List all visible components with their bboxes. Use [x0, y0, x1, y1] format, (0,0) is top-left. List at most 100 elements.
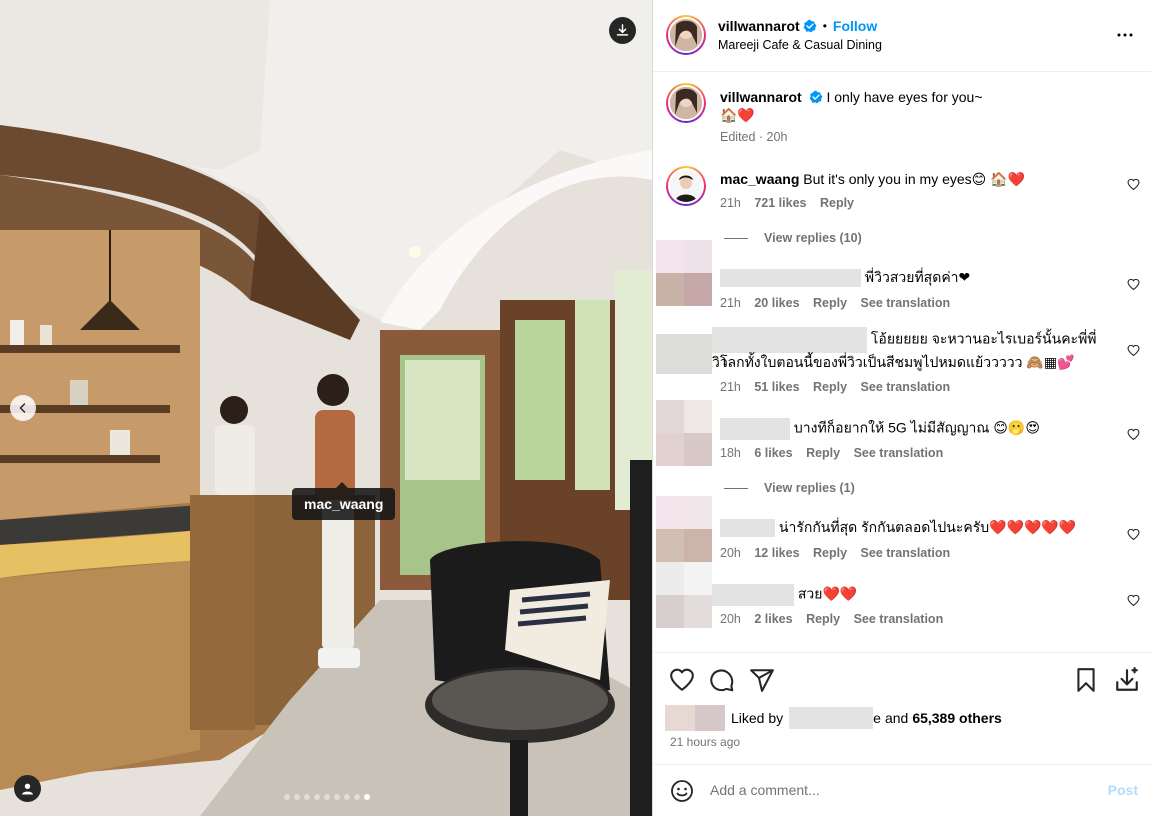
comment-meta: 21h 721 likes Reply	[720, 196, 854, 210]
carousel-dot	[334, 794, 340, 800]
comments-list[interactable]: villwannarot I only have eyes for you~ 🏠…	[653, 72, 1151, 652]
comment-likes[interactable]: 6 likes	[754, 446, 792, 460]
caption-text: I only have eyes for you~	[826, 89, 983, 105]
view-replies-button[interactable]: View replies (1)	[724, 481, 855, 495]
caption-author-avatar[interactable]	[666, 83, 706, 123]
author-avatar[interactable]	[666, 15, 706, 55]
comment-avatar-blurred[interactable]	[656, 240, 712, 306]
more-icon[interactable]	[1116, 26, 1134, 44]
comment-item: น่ารักกันที่สุด รักกันตลอดไปนะครับ❤️❤️❤️…	[720, 518, 1076, 538]
caption-meta: Edited · 20h	[720, 130, 788, 144]
see-translation-button[interactable]: See translation	[854, 612, 944, 626]
comment-reply-button[interactable]: Reply	[813, 380, 847, 394]
blurred-username[interactable]	[789, 707, 874, 729]
post-location[interactable]: Mareeji Cafe & Casual Dining	[718, 38, 882, 52]
likes-others-count[interactable]: 65,389 others	[912, 710, 1002, 726]
comment-username[interactable]: mac_waang	[720, 171, 799, 187]
liked-by-avatars[interactable]	[665, 705, 725, 731]
heart-icon[interactable]	[669, 667, 695, 693]
comment-like-heart-icon[interactable]	[1127, 278, 1140, 291]
comment-meta: 20h 2 likes Reply See translation	[720, 612, 943, 626]
bookmark-icon[interactable]	[1073, 667, 1099, 693]
post-actions: Liked by e and 65,389 others 21 hours ag…	[653, 652, 1151, 764]
carousel-dot	[294, 794, 300, 800]
liked-by-name-fragment: e	[873, 710, 881, 726]
share-icon[interactable]	[749, 667, 775, 693]
see-translation-button[interactable]: See translation	[854, 446, 944, 460]
download-button[interactable]	[609, 17, 636, 44]
comment-time[interactable]: 20h	[720, 612, 741, 626]
comment-avatar-blurred[interactable]	[656, 400, 712, 466]
comment-avatar-blurred[interactable]	[656, 562, 712, 628]
comment-item: พี่วิวสวยที่สุดค่า❤	[720, 268, 971, 288]
post-detail-panel: villwannarot • Follow Mareeji Cafe & Cas…	[652, 0, 1151, 816]
author-username[interactable]: villwannarot	[718, 18, 800, 34]
follow-button[interactable]: Follow	[833, 18, 877, 34]
add-comment-bar: Add a comment... Post	[653, 764, 1151, 816]
carousel-dot	[324, 794, 330, 800]
header-separator: •	[822, 19, 827, 33]
comment-text: สวย❤️❤️	[797, 585, 858, 602]
comment-likes[interactable]: 20 likes	[754, 296, 799, 310]
liked-by-label: Liked by	[731, 710, 784, 726]
comment-text: พี่วิวสวยที่สุดค่า❤	[864, 269, 971, 285]
comment-item: บางทีก็อยากให้ 5G ไม่มีสัญญาณ 😊🫢😍	[720, 418, 1040, 440]
verified-icon	[803, 19, 817, 33]
view-replies-label: View replies (10)	[764, 231, 862, 245]
comment-like-heart-icon[interactable]	[1127, 428, 1140, 441]
comment-like-heart-icon[interactable]	[1127, 528, 1140, 541]
see-translation-button[interactable]: See translation	[861, 546, 951, 560]
comment-time[interactable]: 18h	[720, 446, 741, 460]
post-comment-button[interactable]: Post	[1108, 782, 1138, 798]
comment-reply-button[interactable]: Reply	[813, 296, 847, 310]
comment-reply-button[interactable]: Reply	[813, 546, 847, 560]
download-icon	[616, 24, 629, 36]
caption-author[interactable]: villwannarot	[720, 89, 802, 105]
see-translation-button[interactable]: See translation	[861, 380, 951, 394]
comment-reply-button[interactable]: Reply	[806, 612, 840, 626]
comment-avatar[interactable]	[666, 166, 706, 206]
comment-time[interactable]: 21h	[720, 296, 741, 310]
comment-reply-button[interactable]: Reply	[806, 446, 840, 460]
comment-like-heart-icon[interactable]	[1127, 178, 1140, 191]
comment-like-heart-icon[interactable]	[1127, 344, 1140, 357]
save-download-icon[interactable]	[1114, 667, 1140, 693]
comment-like-heart-icon[interactable]	[1127, 594, 1140, 607]
view-replies-button[interactable]: View replies (10)	[724, 231, 862, 245]
comment-time[interactable]: 20h	[720, 546, 741, 560]
caption-emoji: 🏠❤️	[720, 107, 755, 123]
post-photo[interactable]: mac_waang	[0, 0, 652, 816]
post-time-ago[interactable]: 21 hours ago	[670, 735, 740, 749]
comment-reply-button[interactable]: Reply	[820, 196, 854, 210]
comment-time[interactable]: 21h	[720, 380, 741, 394]
see-translation-button[interactable]: See translation	[861, 296, 951, 310]
comment-meta: 18h 6 likes Reply See translation	[720, 446, 943, 460]
comment-avatar-blurred[interactable]	[656, 496, 712, 562]
carousel-dot	[304, 794, 310, 800]
comment-item: mac_waang But it's only you in my eyes😊 …	[720, 170, 1100, 188]
carousel-dot	[344, 794, 350, 800]
carousel-prev-button[interactable]	[10, 395, 36, 421]
caption: villwannarot I only have eyes for you~ 🏠…	[720, 88, 1130, 124]
comment-likes[interactable]: 2 likes	[754, 612, 792, 626]
comment-text: But it's only you in my eyes😊 🏠❤️	[803, 171, 1026, 187]
comment-likes[interactable]: 51 likes	[754, 380, 799, 394]
comment-meta: 20h 12 likes Reply See translation	[720, 546, 950, 560]
comment-meta: 21h 20 likes Reply See translation	[720, 296, 950, 310]
comment-input[interactable]: Add a comment...	[710, 782, 820, 798]
comment-icon[interactable]	[709, 667, 735, 693]
comment-text-line2: โลกทั้งใบตอนนี้ของพี่วิวเป็นสีชมพูไปหมดแ…	[720, 354, 1075, 370]
carousel-dot	[314, 794, 320, 800]
tagged-users-button[interactable]	[14, 775, 41, 802]
view-replies-label: View replies (1)	[764, 481, 855, 495]
carousel-dot	[354, 794, 360, 800]
emoji-icon[interactable]	[670, 779, 694, 803]
photo-user-tag[interactable]: mac_waang	[292, 482, 396, 520]
comment-time[interactable]: 21h	[720, 196, 741, 210]
comment-meta: 21h 51 likes Reply See translation	[720, 380, 950, 394]
comment-likes[interactable]: 721 likes	[754, 196, 806, 210]
cafe-photo-image	[0, 0, 652, 816]
comment-likes[interactable]: 12 likes	[754, 546, 799, 560]
comment-avatar-blurred[interactable]	[656, 334, 712, 374]
comment-item: สวย❤️❤️	[712, 584, 857, 606]
